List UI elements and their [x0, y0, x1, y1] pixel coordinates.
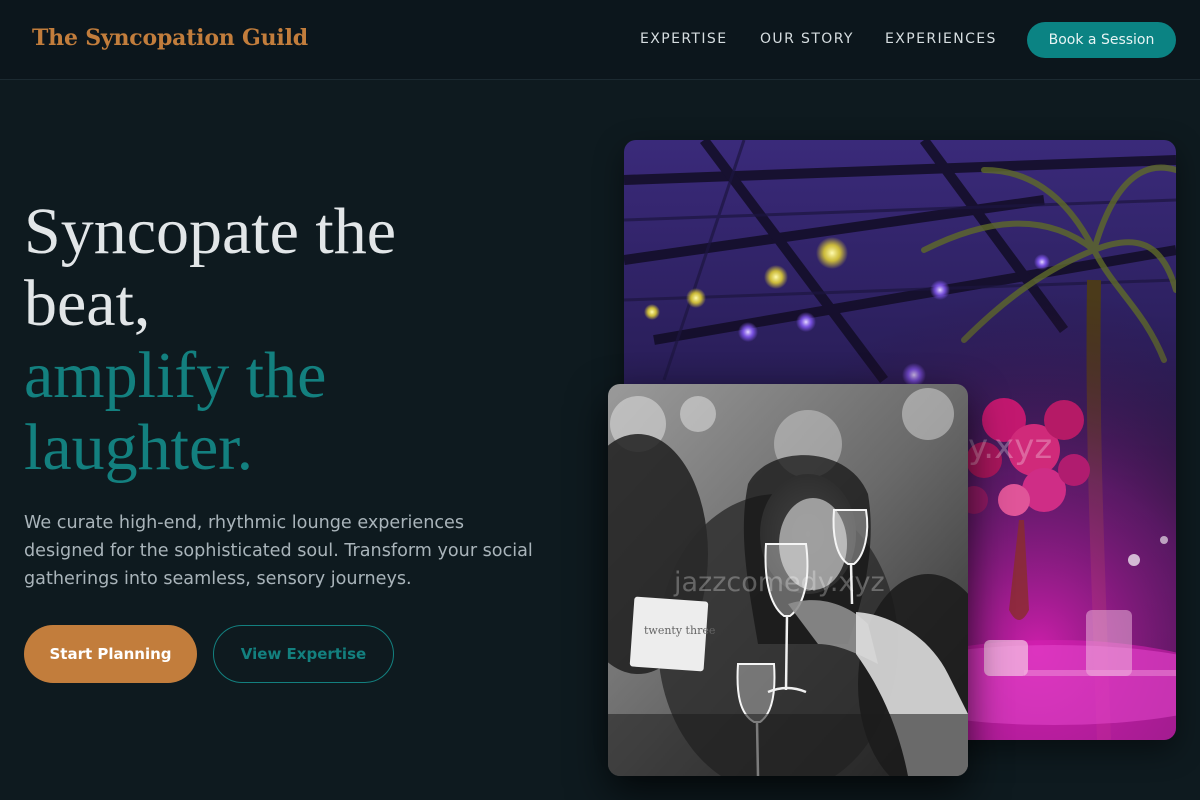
hero-description: We curate high-end, rhythmic lounge expe… [24, 513, 533, 589]
toast-guests-image: twenty three jazzcomedy.xyz [608, 384, 968, 776]
nav-link-expertise[interactable]: EXPERTISE [640, 31, 727, 47]
hero-title-line-2: beat, [24, 267, 151, 340]
start-planning-button[interactable]: Start Planning [24, 625, 197, 683]
hero-title-line-1: Syncopate the [24, 195, 397, 268]
nav-link-our-story[interactable]: OUR STORY [760, 31, 854, 47]
svg-text:twenty three: twenty three [644, 624, 715, 637]
view-expertise-button[interactable]: View Expertise [213, 625, 394, 683]
hero-title: Syncopate the beat, amplify the laughter… [24, 196, 544, 484]
book-session-button[interactable]: Book a Session [1027, 22, 1176, 58]
hero-title-accent-line-1: amplify the [24, 339, 327, 412]
nav-link-experiences[interactable]: EXPERIENCES [885, 31, 997, 47]
brand-logo[interactable]: The Syncopation Guild [32, 25, 308, 51]
hero-title-accent-line-2: laughter. [24, 411, 254, 484]
site-header: The Syncopation Guild EXPERTISE OUR STOR… [0, 0, 1200, 80]
toast-guests-illustration: twenty three [608, 384, 968, 776]
